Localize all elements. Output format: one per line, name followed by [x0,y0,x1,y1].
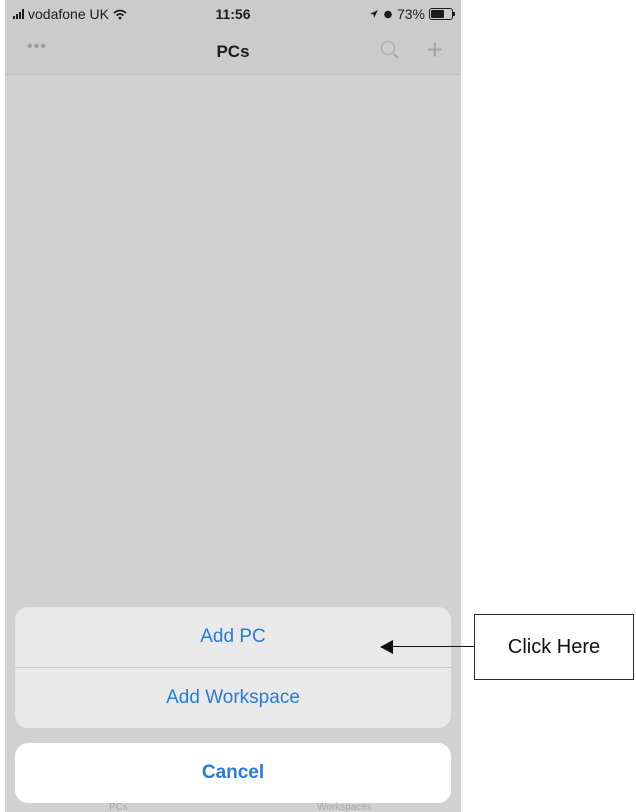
phone-screen: vodafone UK 11:56 73% ••• PCs + Add PC A… [5,0,461,812]
tab-pcs-label[interactable]: PCs [109,802,128,812]
navigation-bar: ••• PCs + [5,28,461,75]
arrow-line [392,646,474,647]
battery-icon [429,8,455,20]
search-icon[interactable] [381,41,395,55]
action-sheet: Add PC Add Workspace [15,607,451,728]
alarm-icon [384,10,392,19]
cancel-button[interactable]: Cancel [15,743,451,803]
arrow-head [380,640,393,654]
tab-workspaces-label[interactable]: Workspaces [317,802,372,812]
status-right: 73% [369,6,455,22]
annotation-callout: Click Here [474,614,634,680]
add-workspace-button[interactable]: Add Workspace [15,668,451,728]
plus-icon[interactable]: + [427,34,443,66]
annotation-text: Click Here [507,635,601,658]
location-arrow-icon [369,10,378,18]
battery-percent: 73% [396,6,425,22]
add-pc-button[interactable]: Add PC [15,607,451,667]
status-bar: vodafone UK 11:56 73% [5,0,461,28]
